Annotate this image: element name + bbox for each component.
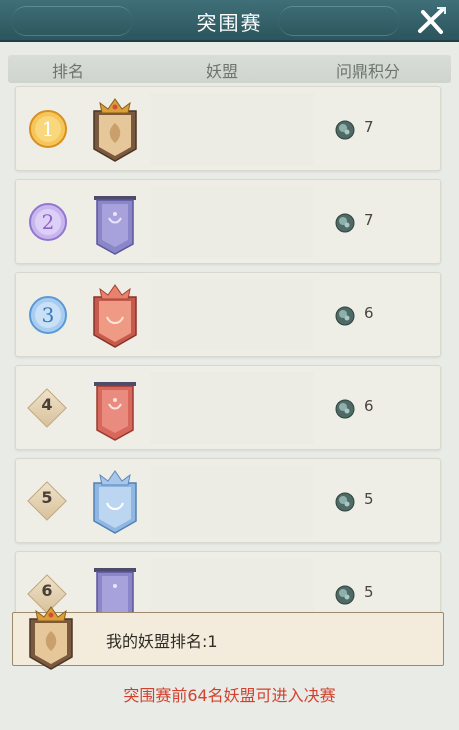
union-name-area — [150, 465, 314, 537]
blue-medal-icon: 3 — [29, 296, 67, 334]
rank-number: 5 — [41, 488, 53, 507]
jade-orb-icon — [335, 492, 355, 512]
union-banner-icon — [94, 382, 136, 441]
jade-orb-icon — [335, 120, 355, 140]
purple-medal-icon: 2 — [29, 203, 67, 241]
union-name-area — [150, 186, 314, 258]
union-name-area — [150, 372, 314, 444]
svg-text:2: 2 — [42, 210, 55, 234]
score-value: 5 — [364, 583, 374, 601]
union-name-area — [150, 279, 314, 351]
score-value: 6 — [364, 397, 374, 415]
my-union-banner-icon — [29, 606, 73, 670]
jade-orb-icon — [335, 306, 355, 326]
rank-number: 4 — [41, 395, 53, 414]
qualification-notice: 突围赛前64名妖盟可进入决赛 — [123, 686, 336, 705]
union-name-area — [150, 93, 314, 165]
score-value: 5 — [364, 490, 374, 508]
union-banner-icon — [94, 196, 136, 255]
union-banner-icon — [93, 284, 137, 348]
ranking-row[interactable]: 3 6 — [15, 272, 441, 357]
score-value: 7 — [364, 211, 374, 229]
jade-orb-icon — [335, 399, 355, 419]
union-banner-icon — [93, 470, 137, 534]
score-value: 7 — [364, 118, 374, 136]
ranking-row[interactable]: 1 7 — [15, 86, 441, 171]
gold-medal-icon: 1 — [29, 110, 67, 148]
svg-text:3: 3 — [42, 303, 55, 327]
jade-orb-icon — [335, 585, 355, 605]
ranking-row[interactable]: 2 7 — [15, 179, 441, 264]
svg-text:1: 1 — [42, 117, 55, 141]
ranking-row[interactable]: 4 6 — [15, 365, 441, 450]
my-rank-label: 我的妖盟排名:1 — [106, 632, 218, 651]
union-banner-icon — [93, 98, 137, 162]
ranking-row[interactable]: 5 5 — [15, 458, 441, 543]
rank-number: 6 — [41, 581, 53, 600]
jade-orb-icon — [335, 213, 355, 233]
score-value: 6 — [364, 304, 374, 322]
